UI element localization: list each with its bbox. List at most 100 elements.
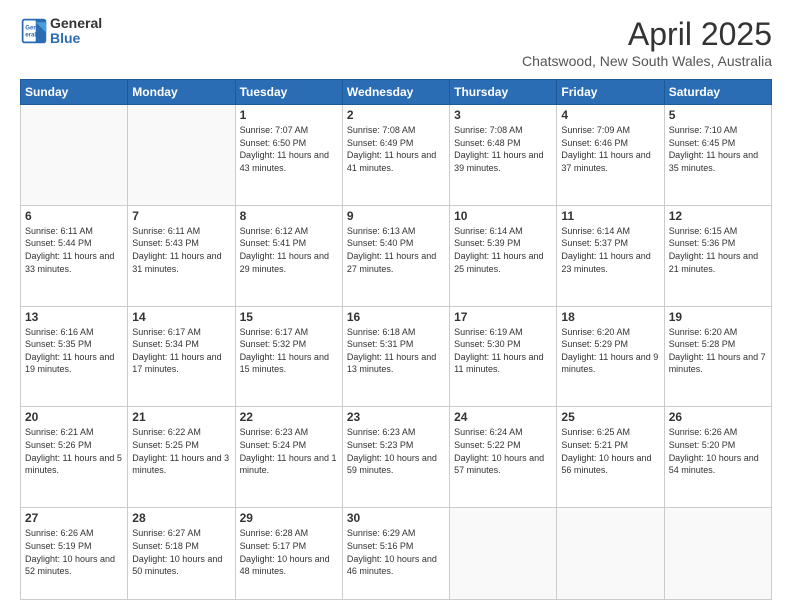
day-number: 6 [25, 209, 123, 223]
calendar-cell: 24Sunrise: 6:24 AM Sunset: 5:22 PM Dayli… [450, 407, 557, 508]
day-info: Sunrise: 6:22 AM Sunset: 5:25 PM Dayligh… [132, 426, 230, 476]
day-number: 23 [347, 410, 445, 424]
calendar-cell: 7 Sunrise: 6:11 AM Sunset: 5:43 PM Daylig… [128, 205, 235, 306]
calendar-cell: 21Sunrise: 6:22 AM Sunset: 5:25 PM Dayli… [128, 407, 235, 508]
day-number: 9 [347, 209, 445, 223]
calendar-cell: 27 Sunrise: 6:26 AM Sunset: 5:19 PM Dayli… [21, 508, 128, 600]
day-info: Sunrise: 7:07 AM Sunset: 6:50 PM Dayligh… [240, 124, 338, 174]
day-info: Sunrise: 6:19 AM Sunset: 5:30 PM Dayligh… [454, 326, 552, 376]
day-info: Sunrise: 7:10 AM Sunset: 6:45 PM Dayligh… [669, 124, 767, 174]
day-header-wednesday: Wednesday [342, 80, 449, 105]
day-number: 28 [132, 511, 230, 525]
day-number: 11 [561, 209, 659, 223]
day-info: Sunrise: 7:08 AM Sunset: 6:48 PM Dayligh… [454, 124, 552, 174]
logo-text: General Blue [50, 16, 102, 47]
svg-text:Gen: Gen [25, 25, 37, 32]
day-number: 14 [132, 310, 230, 324]
day-number: 16 [347, 310, 445, 324]
day-header-saturday: Saturday [664, 80, 771, 105]
day-number: 12 [669, 209, 767, 223]
day-info: Sunrise: 7:09 AM Sunset: 6:46 PM Dayligh… [561, 124, 659, 174]
day-info: Sunrise: 6:11 AM Sunset: 5:43 PM Dayligh… [132, 225, 230, 275]
calendar-table: SundayMondayTuesdayWednesdayThursdayFrid… [20, 79, 772, 600]
day-number: 26 [669, 410, 767, 424]
day-number: 19 [669, 310, 767, 324]
day-number: 24 [454, 410, 552, 424]
day-info: Sunrise: 6:29 AM Sunset: 5:16 PM Dayligh… [347, 527, 445, 577]
month-title: April 2025 [522, 16, 772, 53]
day-number: 30 [347, 511, 445, 525]
day-info: Sunrise: 6:18 AM Sunset: 5:31 PM Dayligh… [347, 326, 445, 376]
header: Gen eral General Blue April 2025 Chatswo… [20, 16, 772, 69]
day-info: Sunrise: 6:27 AM Sunset: 5:18 PM Dayligh… [132, 527, 230, 577]
day-number: 3 [454, 108, 552, 122]
header-row: SundayMondayTuesdayWednesdayThursdayFrid… [21, 80, 772, 105]
location: Chatswood, New South Wales, Australia [522, 53, 772, 69]
day-info: Sunrise: 6:20 AM Sunset: 5:28 PM Dayligh… [669, 326, 767, 376]
day-info: Sunrise: 6:26 AM Sunset: 5:19 PM Dayligh… [25, 527, 123, 577]
day-number: 8 [240, 209, 338, 223]
calendar-cell: 30 Sunrise: 6:29 AM Sunset: 5:16 PM Dayli… [342, 508, 449, 600]
day-info: Sunrise: 6:20 AM Sunset: 5:29 PM Dayligh… [561, 326, 659, 376]
day-number: 13 [25, 310, 123, 324]
calendar-cell: 23 Sunrise: 6:23 AM Sunset: 5:23 PM Dayli… [342, 407, 449, 508]
day-number: 17 [454, 310, 552, 324]
day-number: 10 [454, 209, 552, 223]
day-number: 2 [347, 108, 445, 122]
day-info: Sunrise: 6:26 AM Sunset: 5:20 PM Dayligh… [669, 426, 767, 476]
day-number: 20 [25, 410, 123, 424]
day-info: Sunrise: 7:08 AM Sunset: 6:49 PM Dayligh… [347, 124, 445, 174]
day-header-tuesday: Tuesday [235, 80, 342, 105]
calendar-cell: 22Sunrise: 6:23 AM Sunset: 5:24 PM Dayli… [235, 407, 342, 508]
calendar-cell: 2 Sunrise: 7:08 AM Sunset: 6:49 PM Daylig… [342, 105, 449, 206]
logo: Gen eral General Blue [20, 16, 102, 47]
calendar-cell [557, 508, 664, 600]
day-info: Sunrise: 6:11 AM Sunset: 5:44 PM Dayligh… [25, 225, 123, 275]
week-row-4: 20 Sunrise: 6:21 AM Sunset: 5:26 PM Dayli… [21, 407, 772, 508]
calendar-cell: 29Sunrise: 6:28 AM Sunset: 5:17 PM Dayli… [235, 508, 342, 600]
calendar-cell: 19 Sunrise: 6:20 AM Sunset: 5:28 PM Dayli… [664, 306, 771, 407]
calendar-cell: 28 Sunrise: 6:27 AM Sunset: 5:18 PM Dayli… [128, 508, 235, 600]
day-info: Sunrise: 6:17 AM Sunset: 5:32 PM Dayligh… [240, 326, 338, 376]
day-info: Sunrise: 6:14 AM Sunset: 5:39 PM Dayligh… [454, 225, 552, 275]
day-info: Sunrise: 6:12 AM Sunset: 5:41 PM Dayligh… [240, 225, 338, 275]
day-info: Sunrise: 6:21 AM Sunset: 5:26 PM Dayligh… [25, 426, 123, 476]
calendar-cell: 26 Sunrise: 6:26 AM Sunset: 5:20 PM Dayli… [664, 407, 771, 508]
day-info: Sunrise: 6:25 AM Sunset: 5:21 PM Dayligh… [561, 426, 659, 476]
week-row-3: 13Sunrise: 6:16 AM Sunset: 5:35 PM Dayli… [21, 306, 772, 407]
day-number: 4 [561, 108, 659, 122]
day-number: 27 [25, 511, 123, 525]
calendar-cell: 14Sunrise: 6:17 AM Sunset: 5:34 PM Dayli… [128, 306, 235, 407]
calendar-cell: 18 Sunrise: 6:20 AM Sunset: 5:29 PM Dayli… [557, 306, 664, 407]
calendar-cell: 1 Sunrise: 7:07 AM Sunset: 6:50 PM Daylig… [235, 105, 342, 206]
day-header-friday: Friday [557, 80, 664, 105]
calendar-cell: 20 Sunrise: 6:21 AM Sunset: 5:26 PM Dayli… [21, 407, 128, 508]
day-number: 5 [669, 108, 767, 122]
day-info: Sunrise: 6:23 AM Sunset: 5:23 PM Dayligh… [347, 426, 445, 476]
calendar-cell: 6 Sunrise: 6:11 AM Sunset: 5:44 PM Daylig… [21, 205, 128, 306]
day-number: 15 [240, 310, 338, 324]
page: Gen eral General Blue April 2025 Chatswo… [0, 0, 792, 612]
day-number: 7 [132, 209, 230, 223]
calendar-cell [450, 508, 557, 600]
day-info: Sunrise: 6:23 AM Sunset: 5:24 PM Dayligh… [240, 426, 338, 476]
day-info: Sunrise: 6:28 AM Sunset: 5:17 PM Dayligh… [240, 527, 338, 577]
calendar-cell: 3 Sunrise: 7:08 AM Sunset: 6:48 PM Daylig… [450, 105, 557, 206]
day-info: Sunrise: 6:14 AM Sunset: 5:37 PM Dayligh… [561, 225, 659, 275]
day-header-monday: Monday [128, 80, 235, 105]
title-block: April 2025 Chatswood, New South Wales, A… [522, 16, 772, 69]
day-number: 18 [561, 310, 659, 324]
calendar-cell: 4 Sunrise: 7:09 AM Sunset: 6:46 PM Daylig… [557, 105, 664, 206]
week-row-2: 6 Sunrise: 6:11 AM Sunset: 5:44 PM Daylig… [21, 205, 772, 306]
calendar-cell: 25Sunrise: 6:25 AM Sunset: 5:21 PM Dayli… [557, 407, 664, 508]
calendar-cell: 17 Sunrise: 6:19 AM Sunset: 5:30 PM Dayli… [450, 306, 557, 407]
calendar-cell: 16 Sunrise: 6:18 AM Sunset: 5:31 PM Dayli… [342, 306, 449, 407]
calendar-cell: 10 Sunrise: 6:14 AM Sunset: 5:39 PM Dayli… [450, 205, 557, 306]
day-number: 1 [240, 108, 338, 122]
day-header-sunday: Sunday [21, 80, 128, 105]
calendar-cell [664, 508, 771, 600]
calendar-cell: 5 Sunrise: 7:10 AM Sunset: 6:45 PM Daylig… [664, 105, 771, 206]
day-info: Sunrise: 6:15 AM Sunset: 5:36 PM Dayligh… [669, 225, 767, 275]
day-info: Sunrise: 6:13 AM Sunset: 5:40 PM Dayligh… [347, 225, 445, 275]
calendar-cell: 8 Sunrise: 6:12 AM Sunset: 5:41 PM Daylig… [235, 205, 342, 306]
